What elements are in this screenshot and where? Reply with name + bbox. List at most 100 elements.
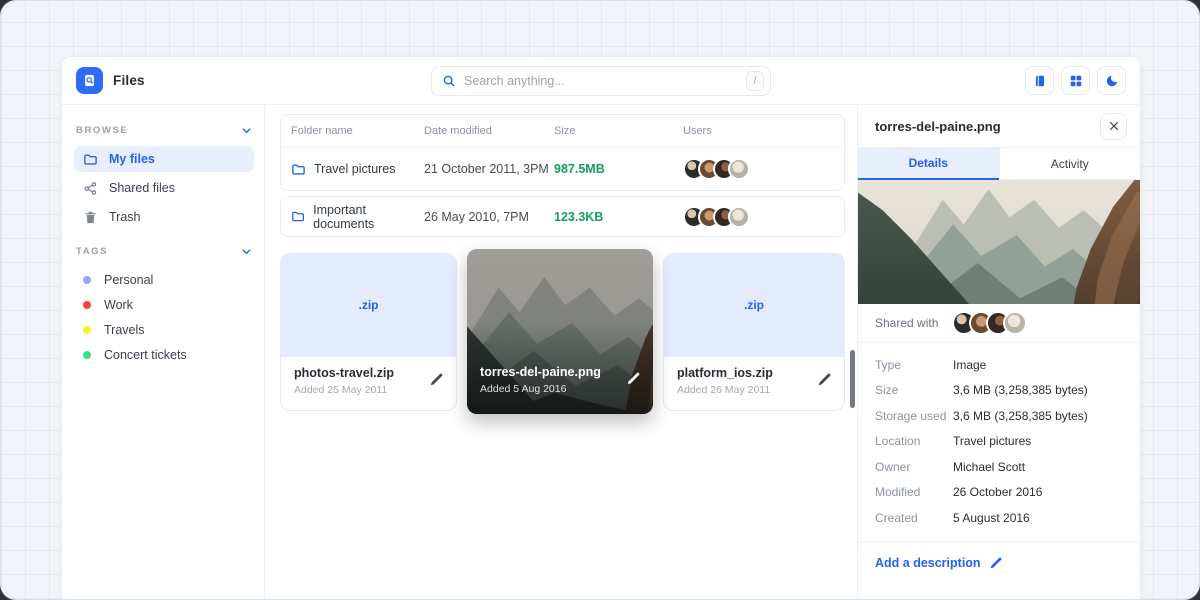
- shared-with-row: Shared with: [858, 304, 1140, 343]
- chevron-down-icon[interactable]: [241, 125, 252, 136]
- property-location: Location Travel pictures: [875, 429, 1123, 455]
- zip-badge: .zip: [744, 298, 764, 312]
- tag-label: Concert tickets: [104, 348, 187, 362]
- folder-size: 987.5MB: [554, 162, 683, 176]
- pencil-icon: [817, 372, 832, 387]
- dark-mode-button[interactable]: [1097, 66, 1126, 95]
- property-owner: Owner Michael Scott: [875, 454, 1123, 480]
- date-modified: 21 October 2011, 3PM: [424, 162, 554, 176]
- chevron-down-icon[interactable]: [241, 246, 252, 257]
- tab-activity[interactable]: Activity: [999, 148, 1141, 180]
- tags-section: Tags Personal Work Travels: [74, 246, 254, 367]
- dark-mode-moon-icon: [1105, 74, 1119, 88]
- sidebar-item-label: My files: [109, 152, 155, 166]
- folder-size: 123.3KB: [554, 210, 683, 224]
- close-icon: [1108, 120, 1120, 132]
- folder-icon: [83, 152, 98, 167]
- property-size: Size 3,6 MB (3,258,385 bytes): [875, 378, 1123, 404]
- browse-label: Browse: [76, 125, 128, 136]
- app-title: Files: [113, 73, 145, 88]
- main-content: Folder name Date modified Size Users Tra…: [265, 105, 857, 600]
- file-added-date: Added 5 Aug 2016: [480, 383, 601, 395]
- property-type: Type Image: [875, 352, 1123, 378]
- sidebar-item-my-files[interactable]: My files: [74, 146, 254, 172]
- file-added-date: Added 25 May 2011: [294, 384, 394, 396]
- tab-details[interactable]: Details: [858, 148, 999, 180]
- notebook-button[interactable]: [1025, 66, 1054, 95]
- panel-tabs: Details Activity: [858, 147, 1140, 180]
- tag-label: Work: [104, 298, 133, 312]
- file-cards-row: .zip photos-travel.zip Added 25 May 2011: [280, 249, 845, 414]
- tag-item-travels[interactable]: Travels: [74, 317, 254, 342]
- property-created: Created 5 August 2016: [875, 505, 1123, 531]
- shared-avatar-group: [952, 311, 1027, 335]
- property-modified: Modified 26 October 2016: [875, 480, 1123, 506]
- share-icon: [83, 181, 98, 196]
- zip-badge: .zip: [359, 298, 379, 312]
- tag-item-concert-tickets[interactable]: Concert tickets: [74, 342, 254, 367]
- edit-file-button[interactable]: [626, 371, 641, 386]
- sidebar: Browse My files Shared files: [62, 105, 265, 600]
- tag-label: Travels: [104, 323, 145, 337]
- desktop-viewport: Files /: [0, 0, 1200, 600]
- tag-color-dot: [83, 301, 91, 309]
- browse-section-heading[interactable]: Browse: [74, 125, 254, 136]
- date-modified: 26 May 2010, 7PM: [424, 210, 554, 224]
- sidebar-item-label: Trash: [109, 210, 141, 224]
- user-avatar: [728, 158, 750, 180]
- grid-view-button[interactable]: [1061, 66, 1090, 95]
- trash-icon: [83, 210, 98, 225]
- shared-with-label: Shared with: [875, 316, 938, 330]
- file-properties-list: Type Image Size 3,6 MB (3,258,385 bytes)…: [858, 343, 1140, 542]
- folders-table-continued: Important documents 26 May 2010, 7PM 123…: [280, 196, 845, 237]
- sidebar-item-label: Shared files: [109, 181, 175, 195]
- sidebar-item-trash[interactable]: Trash: [74, 204, 254, 230]
- grid-view-icon: [1069, 74, 1083, 88]
- app-header: Files /: [62, 57, 1140, 105]
- zip-preview-area: .zip: [664, 254, 844, 357]
- folder-icon: [291, 162, 306, 177]
- users-avatar-group: [683, 206, 836, 228]
- close-panel-button[interactable]: [1100, 113, 1127, 140]
- tags-label: Tags: [76, 246, 108, 257]
- edit-file-button[interactable]: [817, 372, 832, 387]
- app-logo-icon: [76, 67, 103, 94]
- folder-name: Travel pictures: [314, 162, 396, 176]
- column-header-folder-name: Folder name: [291, 125, 424, 137]
- add-description-link[interactable]: Add a description: [858, 542, 1140, 584]
- tag-color-dot: [83, 326, 91, 334]
- file-added-date: Added 26 May 2011: [677, 384, 773, 396]
- file-card-torres-del-paine-png[interactable]: torres-del-paine.png Added 5 Aug 2016: [467, 249, 653, 414]
- search-bar[interactable]: /: [431, 66, 771, 96]
- edit-file-button[interactable]: [429, 372, 444, 387]
- tag-item-personal[interactable]: Personal: [74, 267, 254, 292]
- user-avatar: [728, 206, 750, 228]
- sidebar-item-shared-files[interactable]: Shared files: [74, 175, 254, 201]
- folder-name: Important documents: [313, 203, 424, 231]
- tag-item-work[interactable]: Work: [74, 292, 254, 317]
- table-row-travel-pictures[interactable]: Travel pictures 21 October 2011, 3PM 987…: [281, 148, 844, 190]
- folders-table: Folder name Date modified Size Users Tra…: [280, 114, 845, 191]
- file-card-photos-travel-zip[interactable]: .zip photos-travel.zip Added 25 May 2011: [280, 253, 457, 411]
- tag-color-dot: [83, 351, 91, 359]
- file-name: photos-travel.zip: [294, 366, 394, 380]
- search-input[interactable]: [464, 74, 738, 88]
- column-header-users: Users: [683, 125, 836, 137]
- file-name: platform_ios.zip: [677, 366, 773, 380]
- zip-preview-area: .zip: [281, 254, 456, 357]
- file-preview-image: [858, 180, 1140, 304]
- table-row-important-documents[interactable]: Important documents 26 May 2010, 7PM 123…: [281, 197, 844, 236]
- pencil-icon: [626, 371, 641, 386]
- folder-icon: [291, 209, 305, 224]
- column-header-size: Size: [554, 125, 683, 137]
- file-card-platform-ios-zip[interactable]: .zip platform_ios.zip Added 26 May 2011: [663, 253, 845, 411]
- details-panel: torres-del-paine.png Details Activity Sh…: [857, 105, 1140, 600]
- tag-color-dot: [83, 276, 91, 284]
- search-icon: [442, 74, 456, 88]
- search-shortcut-badge: /: [746, 71, 764, 91]
- tags-section-heading[interactable]: Tags: [74, 246, 254, 257]
- notebook-icon: [1033, 74, 1047, 88]
- panel-file-title: torres-del-paine.png: [875, 119, 1001, 134]
- column-header-date-modified: Date modified: [424, 125, 554, 137]
- scrollbar-thumb[interactable]: [850, 350, 855, 408]
